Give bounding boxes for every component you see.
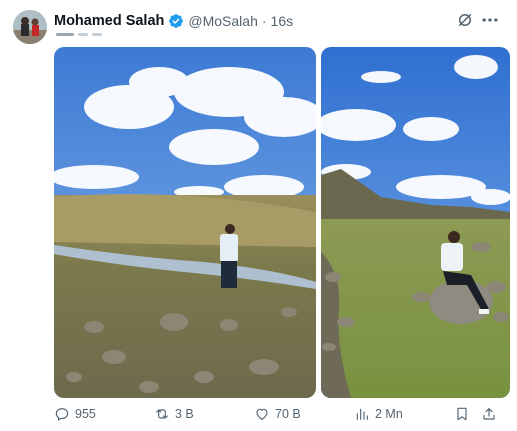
media-grid bbox=[54, 47, 510, 398]
repost-count: 3 B bbox=[175, 407, 194, 421]
dot-separator: · bbox=[261, 13, 267, 29]
grok-icon[interactable] bbox=[456, 11, 474, 29]
more-options-icon[interactable] bbox=[480, 10, 500, 30]
post-header: Mohamed Salah @MoSalah · 16s bbox=[54, 11, 293, 31]
photo-person-sitting[interactable] bbox=[321, 47, 510, 398]
reply-icon bbox=[55, 408, 69, 421]
views-count: 2 Mn bbox=[375, 407, 403, 421]
like-button[interactable]: 70 B bbox=[254, 406, 301, 422]
post-timestamp[interactable]: 16s bbox=[271, 13, 294, 29]
views-button[interactable]: 2 Mn bbox=[354, 406, 403, 422]
views-chart-icon bbox=[356, 408, 368, 420]
share-icon bbox=[483, 408, 495, 420]
repost-icon bbox=[156, 409, 168, 419]
photo-person-standing[interactable] bbox=[54, 47, 316, 398]
reply-count: 955 bbox=[75, 407, 96, 421]
like-count: 70 B bbox=[275, 407, 301, 421]
verified-badge-icon bbox=[169, 14, 184, 28]
heart-icon bbox=[256, 408, 268, 420]
repost-button[interactable]: 3 B bbox=[154, 406, 194, 422]
author-name[interactable]: Mohamed Salah bbox=[54, 13, 164, 29]
author-handle[interactable]: @MoSalah bbox=[188, 13, 257, 29]
share-button[interactable] bbox=[481, 406, 497, 422]
subline-placeholder bbox=[56, 33, 102, 36]
reply-button[interactable]: 955 bbox=[54, 406, 96, 422]
bookmark-button[interactable] bbox=[454, 406, 470, 422]
avatar[interactable] bbox=[13, 10, 47, 44]
bookmark-icon bbox=[457, 407, 467, 421]
action-bar: 955 3 B 70 B 2 Mn bbox=[54, 406, 510, 426]
